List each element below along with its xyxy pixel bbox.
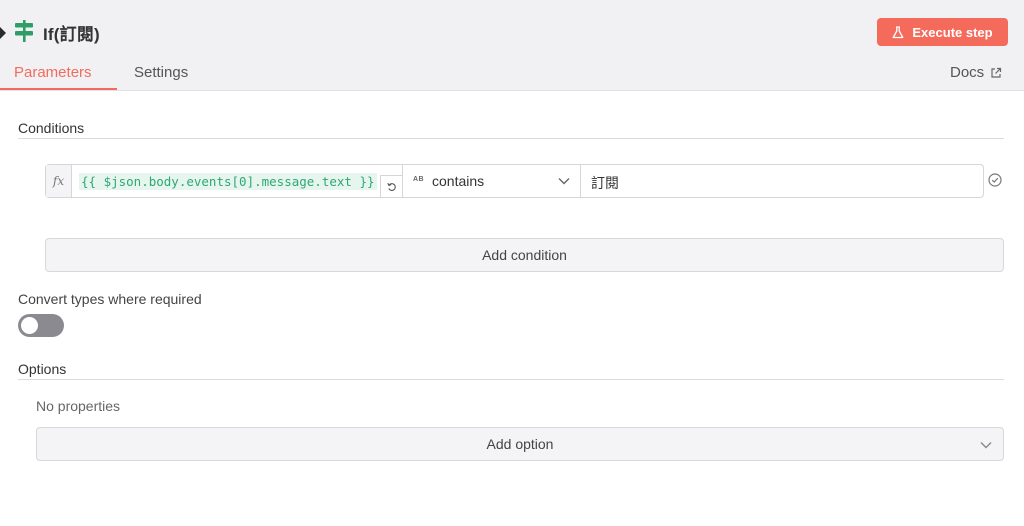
add-condition-label: Add condition [482, 247, 567, 263]
if-node-icon [15, 20, 33, 42]
string-type-icon: AB [413, 176, 425, 183]
execute-step-button[interactable]: Execute step [877, 18, 1008, 46]
chevron-down-icon [980, 442, 992, 449]
add-condition-button[interactable]: Add condition [45, 238, 1004, 272]
left-value-expression: {{ $json.body.events[0].message.text }} [79, 173, 377, 190]
external-link-icon [991, 67, 1002, 78]
reset-value-button[interactable] [380, 175, 402, 197]
right-value-field[interactable]: 訂閱 [581, 165, 983, 197]
right-value-text: 訂閱 [591, 175, 619, 191]
add-option-label: Add option [486, 436, 554, 452]
left-value-field[interactable]: {{ $json.body.events[0].message.text }} [72, 165, 403, 197]
options-divider [18, 379, 1004, 380]
options-title: Options [18, 361, 67, 377]
condition-row: fx {{ $json.body.events[0].message.text … [45, 164, 984, 198]
chevron-down-icon [558, 178, 570, 185]
no-properties-text: No properties [36, 398, 121, 414]
operator-select[interactable]: AB contains [403, 165, 581, 197]
undo-icon [386, 182, 396, 191]
tab-settings[interactable]: Settings [134, 64, 188, 81]
check-circle-icon[interactable] [988, 173, 1002, 187]
convert-types-toggle[interactable] [18, 314, 64, 337]
node-header: If(訂閱) Execute step Parameters Settings … [0, 0, 1024, 91]
flask-icon [892, 25, 904, 38]
docs-label: Docs [950, 64, 985, 81]
toggle-knob [21, 317, 38, 334]
node-title: If(訂閱) [43, 25, 100, 44]
convert-types-label: Convert types where required [18, 291, 202, 307]
operator-label: contains [432, 173, 485, 189]
add-option-button[interactable]: Add option [36, 427, 1004, 461]
conditions-title: Conditions [18, 120, 85, 136]
collapse-arrow-icon[interactable] [0, 27, 6, 39]
tab-parameters[interactable]: Parameters [14, 64, 92, 81]
active-tab-indicator [0, 88, 117, 90]
expression-indicator: fx [46, 165, 72, 197]
conditions-divider [18, 138, 1004, 139]
execute-step-label: Execute step [912, 24, 993, 40]
docs-link[interactable]: Docs [950, 64, 1002, 81]
